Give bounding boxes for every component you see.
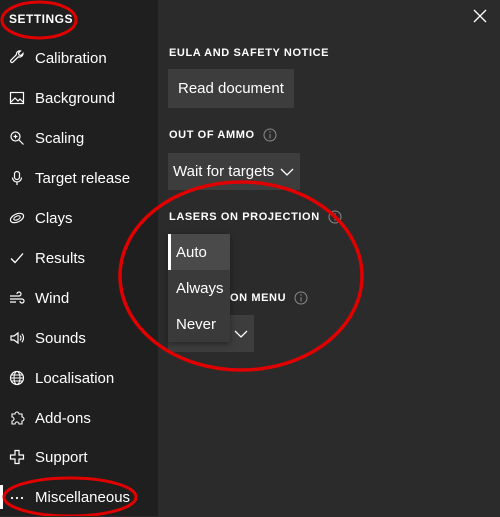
plus-icon xyxy=(9,449,25,465)
sidebar-item-miscellaneous[interactable]: Miscellaneous xyxy=(0,477,158,517)
sidebar-item-label: Support xyxy=(35,448,88,466)
sidebar-item-label: Wind xyxy=(35,289,70,307)
info-icon[interactable] xyxy=(328,210,342,224)
section-title-text: LASERS ON PROJECTION xyxy=(169,211,320,223)
sidebar-item-wind[interactable]: Wind xyxy=(0,278,158,318)
sidebar-item-localisation[interactable]: Localisation xyxy=(0,358,158,398)
sidebar-item-label: Clays xyxy=(35,209,73,227)
zoom-icon xyxy=(9,130,25,146)
more-icon xyxy=(9,489,25,505)
globe-icon xyxy=(9,370,25,386)
speaker-icon xyxy=(9,330,25,346)
info-icon[interactable] xyxy=(263,128,277,142)
sidebar-item-label: Results xyxy=(35,249,86,267)
lasers-section-title: LASERS ON PROJECTION xyxy=(169,210,342,224)
sidebar-item-add-ons[interactable]: Add-ons xyxy=(0,398,158,438)
image-icon xyxy=(9,90,25,106)
clay-icon xyxy=(9,210,25,226)
sidebar-item-support[interactable]: Support xyxy=(0,437,158,477)
sidebar-item-clays[interactable]: Clays xyxy=(0,198,158,238)
read-document-button[interactable]: Read document xyxy=(168,69,294,108)
sidebar-item-label: Miscellaneous xyxy=(35,488,131,506)
checkmark-icon xyxy=(9,250,25,266)
out-of-ammo-select[interactable]: Wait for targets xyxy=(168,153,300,190)
out-of-ammo-section-title: OUT OF AMMO xyxy=(169,128,277,142)
sidebar-item-results[interactable]: Results xyxy=(0,238,158,278)
sidebar: SETTINGS Calibration Background Scaling … xyxy=(0,0,158,516)
microphone-icon xyxy=(9,170,25,186)
section-title-text: OUT OF AMMO xyxy=(169,129,255,141)
wrench-icon xyxy=(9,50,25,66)
sidebar-item-scaling[interactable]: Scaling xyxy=(0,118,158,158)
sidebar-item-label: Localisation xyxy=(35,369,115,387)
puzzle-icon xyxy=(9,410,25,426)
sidebar-item-target-release[interactable]: Target release xyxy=(0,158,158,198)
info-icon[interactable] xyxy=(294,291,308,305)
sidebar-item-label: Add-ons xyxy=(35,409,91,427)
app-title: SETTINGS xyxy=(9,12,74,26)
sidebar-item-label: Scaling xyxy=(35,129,85,147)
dropdown-option-never[interactable]: Never xyxy=(168,306,230,342)
sidebar-item-calibration[interactable]: Calibration xyxy=(0,38,158,78)
close-button[interactable] xyxy=(470,6,490,26)
chevron-down-icon xyxy=(234,330,248,338)
sidebar-item-label: Target release xyxy=(35,169,131,187)
dropdown-option-auto[interactable]: Auto xyxy=(168,234,230,270)
section-title-text: EULA AND SAFETY NOTICE xyxy=(169,47,330,59)
navigation-menu-section-title: ON MENU xyxy=(230,291,308,305)
sidebar-item-label: Calibration xyxy=(35,49,107,67)
section-title-text: ON MENU xyxy=(230,292,287,304)
sidebar-item-label: Sounds xyxy=(35,329,86,347)
sidebar-item-label: Background xyxy=(35,89,116,107)
chevron-down-icon xyxy=(280,168,294,176)
dropdown-option-always[interactable]: Always xyxy=(168,270,230,306)
lasers-dropdown-list: Auto Always Never xyxy=(168,234,230,342)
select-value: Wait for targets xyxy=(173,163,275,180)
sidebar-item-sounds[interactable]: Sounds xyxy=(0,318,158,358)
sidebar-item-background[interactable]: Background xyxy=(0,78,158,118)
close-icon xyxy=(473,9,487,23)
eula-section-title: EULA AND SAFETY NOTICE xyxy=(169,47,329,59)
wind-icon xyxy=(9,290,25,306)
